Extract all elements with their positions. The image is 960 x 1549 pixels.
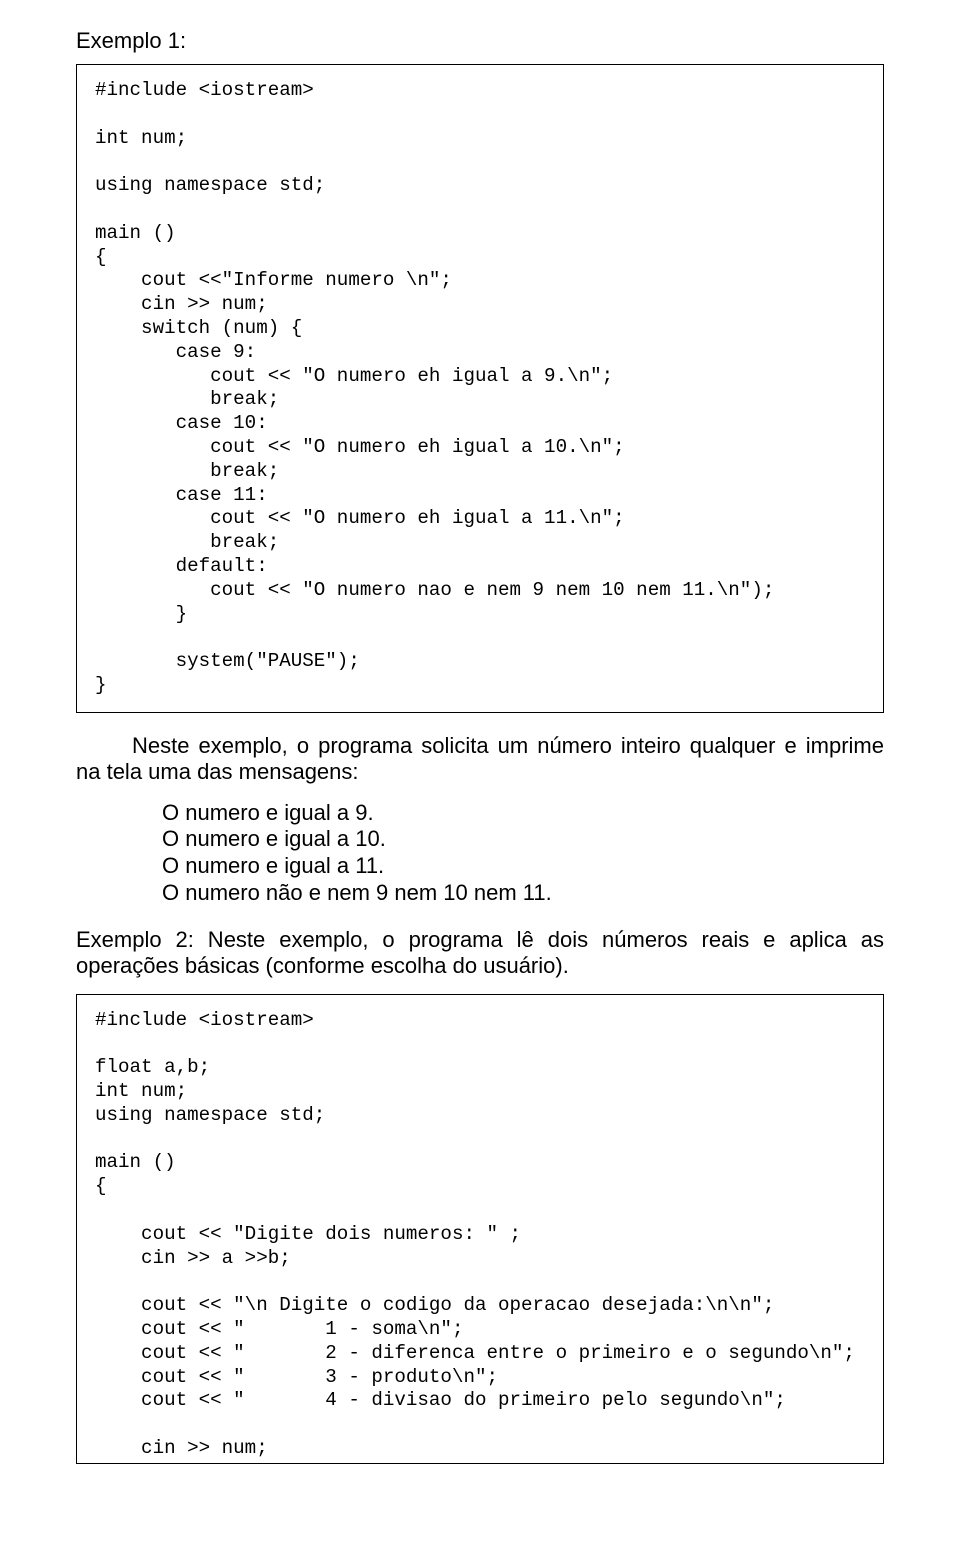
code-block-1: #include <iostream> int num; using names… (76, 64, 884, 713)
list-item: O numero e igual a 10. (162, 826, 884, 853)
example-1-heading: Exemplo 1: (76, 28, 884, 54)
message-list: O numero e igual a 9. O numero e igual a… (162, 800, 884, 907)
paragraph-1: Neste exemplo, o programa solicita um nú… (76, 733, 884, 786)
code-block-2: #include <iostream> float a,b; int num; … (76, 994, 884, 1464)
list-item: O numero e igual a 9. (162, 800, 884, 827)
list-item: O numero não e nem 9 nem 10 nem 11. (162, 880, 884, 907)
list-item: O numero e igual a 11. (162, 853, 884, 880)
paragraph-2: Exemplo 2: Neste exemplo, o programa lê … (76, 927, 884, 980)
